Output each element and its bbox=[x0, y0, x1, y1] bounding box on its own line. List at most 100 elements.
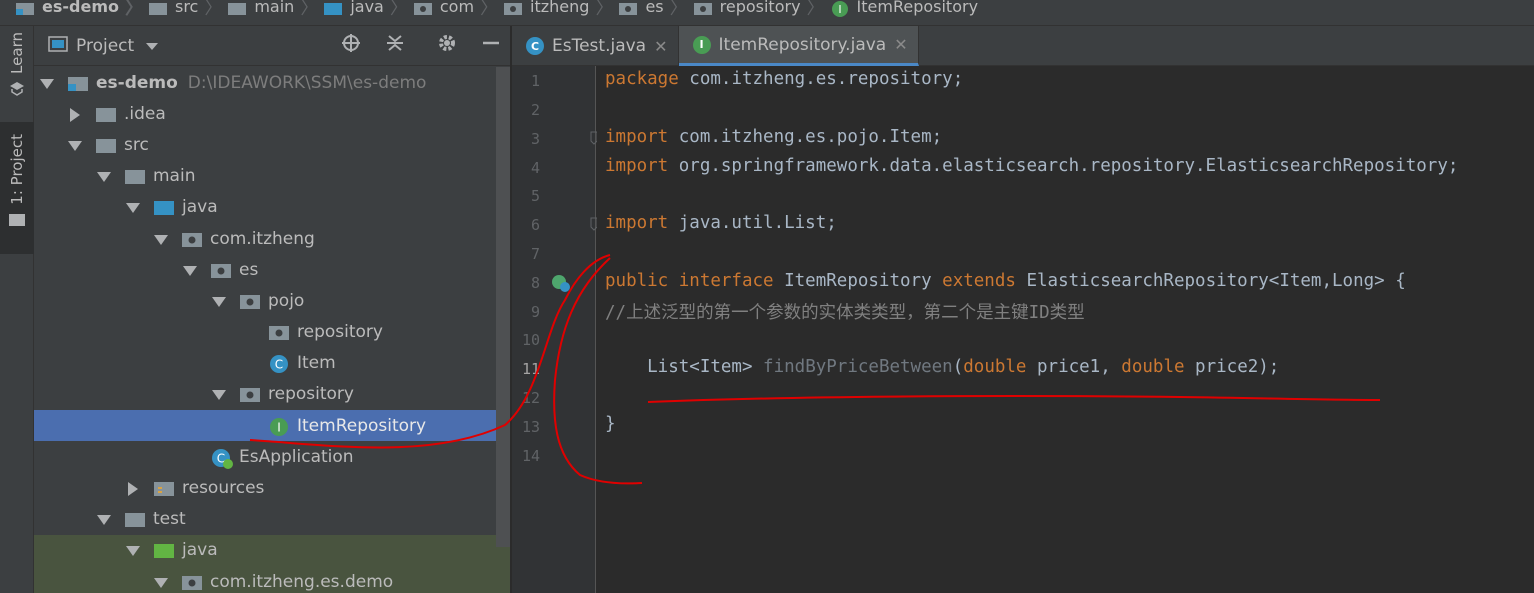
tree-node-src[interactable]: src bbox=[34, 129, 510, 160]
tree-node-test-java[interactable]: java bbox=[34, 534, 510, 566]
project-panel-header: Project bbox=[34, 26, 510, 66]
code-line: import org.springframework.data.elastics… bbox=[605, 156, 1459, 176]
line-number: 11 bbox=[521, 360, 540, 378]
breadcrumb-item-src[interactable]: src 〉 bbox=[148, 0, 228, 20]
folder-icon bbox=[125, 510, 145, 528]
tree-node-repository[interactable]: repository bbox=[34, 379, 510, 410]
tree-node-pojo[interactable]: pojo bbox=[34, 285, 510, 316]
collapsed-arrow-icon[interactable] bbox=[126, 481, 140, 497]
tree-node-com-itzheng-es-demo[interactable]: com.itzheng.es.demo bbox=[34, 566, 510, 593]
editor-tabs: C EsTest.java ✕ I ItemRepository.java ✕ bbox=[512, 26, 1534, 66]
folder-icon bbox=[96, 136, 116, 154]
breadcrumb-item-java[interactable]: java 〉 bbox=[324, 0, 414, 20]
tree-node-esapplication[interactable]: C EsApplication bbox=[34, 441, 510, 472]
package-icon bbox=[182, 573, 202, 591]
expand-arrow-icon[interactable] bbox=[154, 232, 168, 246]
package-icon bbox=[240, 385, 260, 403]
expand-arrow-icon[interactable] bbox=[154, 575, 168, 589]
breadcrumb-item-repository[interactable]: repository 〉 bbox=[693, 0, 831, 20]
package-icon bbox=[504, 0, 523, 15]
source-folder-icon bbox=[154, 198, 174, 216]
breadcrumb-item-es[interactable]: es 〉 bbox=[619, 0, 693, 20]
line-number: 9 bbox=[530, 303, 540, 321]
expand-arrow-icon[interactable] bbox=[97, 512, 111, 526]
tab-estest-java[interactable]: C EsTest.java ✕ bbox=[512, 26, 679, 66]
tree-node-es[interactable]: es bbox=[34, 254, 510, 285]
expand-arrow-icon[interactable] bbox=[40, 76, 54, 90]
class-icon: C bbox=[269, 354, 289, 374]
interface-icon: I bbox=[831, 0, 849, 17]
source-folder-icon bbox=[324, 0, 343, 15]
tree-node-pojo-repository[interactable]: repository bbox=[34, 317, 510, 348]
line-number: 2 bbox=[530, 101, 540, 119]
expand-arrow-icon[interactable] bbox=[68, 138, 82, 152]
breadcrumb-item-com[interactable]: com 〉 bbox=[413, 0, 504, 20]
breadcrumb: es-demo 〉 src 〉 main 〉 java 〉 com 〉 itzheng 〉 … bbox=[0, 0, 1534, 26]
class-icon: C bbox=[526, 37, 544, 55]
expand-arrow-icon[interactable] bbox=[126, 200, 140, 214]
spring-boot-class-icon: C bbox=[211, 448, 233, 469]
project-panel-toolbar bbox=[340, 32, 502, 54]
editor-gutter[interactable]: 1 2 3 4 5 6 7 8 9 10 11 12 13 14 bbox=[512, 66, 598, 593]
tree-node-itemrepository[interactable]: I ItemRepository bbox=[34, 410, 510, 442]
breadcrumb-item-main[interactable]: main 〉 bbox=[228, 0, 324, 20]
package-icon bbox=[413, 0, 432, 15]
package-icon bbox=[269, 323, 289, 341]
expand-arrow-icon[interactable] bbox=[126, 543, 140, 557]
gear-icon[interactable] bbox=[436, 32, 458, 54]
expand-arrow-icon[interactable] bbox=[97, 169, 111, 183]
code-comment: //上述泛型的第一个参数的实体类类型，第二个是主键ID类型 bbox=[605, 303, 1085, 323]
tree-node-es-demo[interactable]: es-demo D:\IDEAWORK\SSM\es-demo bbox=[34, 67, 510, 98]
code-line: import com.itzheng.es.pojo.Item; bbox=[605, 127, 943, 147]
test-source-folder-icon bbox=[154, 541, 174, 559]
line-number: 8 bbox=[530, 274, 540, 292]
package-icon bbox=[211, 261, 231, 279]
package-icon bbox=[240, 292, 260, 310]
code-line: List<Item> findByPriceBetween(double pri… bbox=[605, 357, 1280, 377]
project-folder-icon bbox=[16, 0, 34, 15]
close-icon[interactable]: ✕ bbox=[654, 37, 667, 56]
project-view-selector[interactable]: Project bbox=[76, 36, 134, 56]
project-tool-button[interactable]: 1: Project bbox=[0, 122, 34, 254]
line-number: 6 bbox=[530, 216, 540, 234]
module-folder-icon bbox=[68, 74, 88, 92]
line-number: 12 bbox=[521, 389, 540, 407]
chevron-down-icon[interactable] bbox=[146, 36, 159, 55]
expand-arrow-icon[interactable] bbox=[183, 263, 197, 277]
svg-text:I: I bbox=[838, 3, 841, 16]
folder-icon bbox=[228, 0, 247, 15]
tree-node-java[interactable]: java bbox=[34, 192, 510, 223]
folder-icon bbox=[9, 211, 25, 230]
project-view-icon bbox=[48, 35, 68, 57]
folder-icon bbox=[96, 105, 116, 123]
locate-icon[interactable] bbox=[340, 32, 362, 54]
collapsed-arrow-icon[interactable] bbox=[68, 107, 82, 122]
folder-icon bbox=[125, 167, 145, 185]
expand-arrow-icon[interactable] bbox=[212, 294, 226, 308]
learn-tool-button[interactable]: Learn bbox=[0, 32, 34, 100]
minimize-icon[interactable] bbox=[480, 32, 502, 54]
tree-node-main[interactable]: main bbox=[34, 161, 510, 192]
tree-node-com-itzheng[interactable]: com.itzheng bbox=[34, 223, 510, 254]
svg-text:I: I bbox=[277, 420, 281, 434]
breadcrumb-item-itzheng[interactable]: itzheng 〉 bbox=[504, 0, 619, 20]
tree-node-resources[interactable]: resources bbox=[34, 472, 510, 503]
code-editor[interactable]: package com.itzheng.es.repository; impor… bbox=[597, 66, 1534, 593]
breadcrumb-item-project[interactable]: es-demo 〉 bbox=[16, 0, 149, 20]
resources-folder-icon bbox=[154, 479, 174, 497]
learn-icon bbox=[9, 80, 25, 100]
tool-window-strip: Learn 1: Project bbox=[0, 26, 34, 593]
close-icon[interactable]: ✕ bbox=[894, 35, 907, 54]
tree-node-item[interactable]: C Item bbox=[34, 348, 510, 379]
svg-text:C: C bbox=[275, 358, 283, 372]
collapse-all-icon[interactable] bbox=[384, 32, 406, 54]
expand-arrow-icon[interactable] bbox=[212, 387, 226, 401]
package-icon bbox=[693, 0, 712, 15]
breadcrumb-item-itemrepository[interactable]: I ItemRepository bbox=[831, 0, 978, 20]
tab-itemrepository-java[interactable]: I ItemRepository.java ✕ bbox=[678, 26, 919, 66]
project-tree-scrollbar[interactable] bbox=[496, 67, 510, 547]
tree-node-test[interactable]: test bbox=[34, 504, 510, 535]
tree-node-idea[interactable]: .idea bbox=[34, 98, 510, 129]
code-line: import java.util.List; bbox=[605, 213, 837, 233]
implemented-marker-icon[interactable] bbox=[550, 273, 572, 297]
